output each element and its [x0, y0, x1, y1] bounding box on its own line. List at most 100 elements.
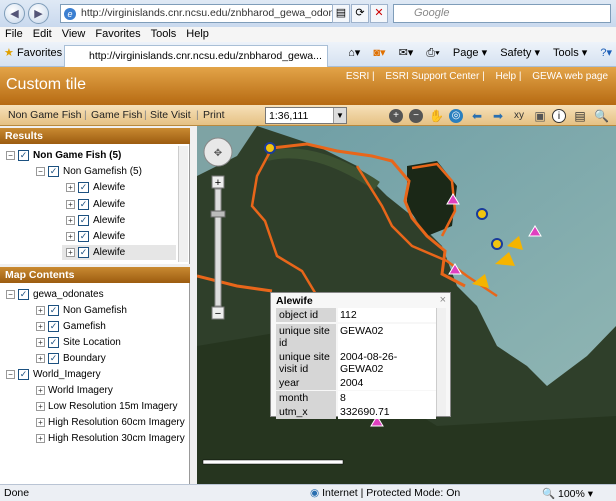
sublayer-row[interactable]: + ✓ Site Location: [36, 337, 121, 348]
gewa-web-link[interactable]: GEWA web page: [532, 71, 608, 82]
checkbox[interactable]: ✓: [78, 199, 89, 210]
back-icon[interactable]: ◀: [4, 3, 25, 24]
menu-tools[interactable]: Tools: [146, 27, 182, 41]
expand-icon[interactable]: +: [66, 216, 75, 225]
expand-icon[interactable]: +: [36, 354, 45, 363]
expand-icon[interactable]: +: [66, 248, 75, 257]
checkbox[interactable]: ✓: [48, 337, 59, 348]
url-field[interactable]: e http://virginislands.cnr.ncsu.edu/znbha…: [60, 4, 350, 23]
checkbox[interactable]: ✓: [48, 321, 59, 332]
xy-icon[interactable]: xy: [512, 109, 526, 123]
map-contents-header[interactable]: Map Contents: [0, 267, 190, 283]
expand-icon[interactable]: +: [36, 338, 45, 347]
scale-select[interactable]: 1:36,111 ▼: [265, 107, 347, 124]
expand-icon[interactable]: +: [66, 200, 75, 209]
checkbox[interactable]: ✓: [78, 247, 89, 258]
layer-row[interactable]: − ✓ gewa_odonates: [6, 289, 104, 300]
sublayer-row[interactable]: + ✓ Boundary: [36, 353, 106, 364]
checkbox[interactable]: ✓: [78, 215, 89, 226]
expand-icon[interactable]: +: [36, 322, 45, 331]
expand-icon[interactable]: +: [36, 306, 45, 315]
print-link[interactable]: Print: [203, 109, 225, 121]
results-scrollbar[interactable]: [178, 146, 188, 262]
collapse-icon[interactable]: −: [6, 370, 15, 379]
game-fish-link[interactable]: Game Fish: [91, 109, 142, 121]
popup-row: year 2004: [276, 376, 436, 390]
expand-icon[interactable]: +: [36, 402, 45, 411]
result-item[interactable]: + ✓ Alewife: [66, 182, 125, 193]
sublayer-row[interactable]: + ✓ Non Gamefish: [36, 305, 127, 316]
mail-icon[interactable]: ✉▾: [399, 47, 414, 59]
clear-icon[interactable]: ▣: [533, 109, 547, 123]
checkbox[interactable]: ✓: [18, 150, 29, 161]
back-extent-icon[interactable]: ⬅: [470, 109, 484, 123]
checkbox[interactable]: ✓: [18, 289, 29, 300]
help-icon[interactable]: ?▾: [600, 47, 612, 59]
search-input[interactable]: Google: [393, 4, 611, 23]
menu-edit[interactable]: Edit: [28, 27, 57, 41]
checkbox[interactable]: ✓: [78, 231, 89, 242]
help-link[interactable]: Help: [495, 71, 516, 82]
checkbox[interactable]: ✓: [48, 305, 59, 316]
sublayer-row[interactable]: + High Resolution 60cm Imagery: [36, 417, 185, 428]
menu-favorites[interactable]: Favorites: [90, 27, 145, 41]
collapse-icon[interactable]: −: [6, 151, 15, 160]
checkbox[interactable]: ✓: [48, 166, 59, 177]
expand-icon[interactable]: +: [66, 183, 75, 192]
forward-extent-icon[interactable]: ➡: [491, 109, 505, 123]
expand-icon[interactable]: +: [36, 418, 45, 427]
sublayer-row[interactable]: + High Resolution 30cm Imagery: [36, 433, 185, 444]
esri-link[interactable]: ESRI: [346, 71, 369, 82]
pan-hand-icon[interactable]: ✋: [429, 109, 444, 123]
sublayer-row[interactable]: + ✓ Gamefish: [36, 321, 106, 332]
close-icon[interactable]: ×: [440, 294, 446, 306]
find-icon[interactable]: 🔍: [594, 109, 609, 123]
checkbox[interactable]: ✓: [78, 182, 89, 193]
expand-icon[interactable]: +: [66, 232, 75, 241]
collapse-icon[interactable]: −: [36, 167, 45, 176]
expand-icon[interactable]: +: [36, 434, 45, 443]
browser-tab[interactable]: http://virginislands.cnr.ncsu.edu/znbhar…: [64, 45, 328, 67]
result-item[interactable]: + ✓ Alewife: [66, 231, 125, 242]
pan-control[interactable]: ✥: [203, 137, 233, 167]
zoom-out-icon[interactable]: −: [409, 109, 423, 123]
tree-row-root[interactable]: − ✓ Non Game Fish (5): [6, 150, 121, 161]
feeds-icon[interactable]: ◙▾: [373, 47, 385, 59]
print-icon[interactable]: ⎙▾: [426, 47, 439, 59]
result-item-selected[interactable]: + ✓ Alewife: [62, 245, 176, 260]
zoom-level[interactable]: 🔍 100% ▾: [542, 487, 593, 500]
menu-view[interactable]: View: [57, 27, 91, 41]
site-visit-link[interactable]: Site Visit: [150, 109, 191, 121]
checkbox[interactable]: ✓: [18, 369, 29, 380]
home-icon[interactable]: ⌂▾: [348, 47, 360, 59]
non-game-fish-link[interactable]: Non Game Fish: [8, 109, 82, 121]
stop-icon[interactable]: ✕: [370, 4, 388, 23]
globe-icon[interactable]: ◎: [449, 109, 463, 123]
favorites-button[interactable]: ★ Favorites: [4, 46, 62, 59]
compat-view-icon[interactable]: ▤: [332, 4, 350, 23]
zoom-in-icon[interactable]: +: [389, 109, 403, 123]
sublayer-row[interactable]: + Low Resolution 15m Imagery: [36, 401, 178, 412]
header-links: ESRI | ESRI Support Center | Help | GEWA…: [345, 71, 608, 82]
result-item[interactable]: + ✓ Alewife: [66, 199, 125, 210]
popup-scrollbar[interactable]: [436, 308, 446, 416]
tools-menu[interactable]: Tools ▾: [553, 47, 587, 59]
esri-support-link[interactable]: ESRI Support Center: [385, 71, 479, 82]
identify-icon[interactable]: i: [552, 109, 566, 123]
menu-file[interactable]: File: [0, 27, 28, 41]
measure-icon[interactable]: ▤: [573, 109, 587, 123]
layer-row[interactable]: − ✓ World_Imagery: [6, 369, 101, 380]
tree-row-child[interactable]: − ✓ Non Gamefish (5): [36, 166, 142, 177]
refresh-icon[interactable]: ⟳: [351, 4, 369, 23]
menu-help[interactable]: Help: [181, 27, 214, 41]
result-item[interactable]: + ✓ Alewife: [66, 215, 125, 226]
safety-menu[interactable]: Safety ▾: [500, 47, 540, 59]
status-text: Done: [4, 487, 30, 499]
page-menu[interactable]: Page ▾: [453, 47, 487, 59]
results-header[interactable]: Results: [0, 128, 190, 144]
forward-icon[interactable]: ▶: [28, 3, 49, 24]
checkbox[interactable]: ✓: [48, 353, 59, 364]
collapse-icon[interactable]: −: [6, 290, 15, 299]
expand-icon[interactable]: +: [36, 386, 45, 395]
sublayer-row[interactable]: + World Imagery: [36, 385, 113, 396]
